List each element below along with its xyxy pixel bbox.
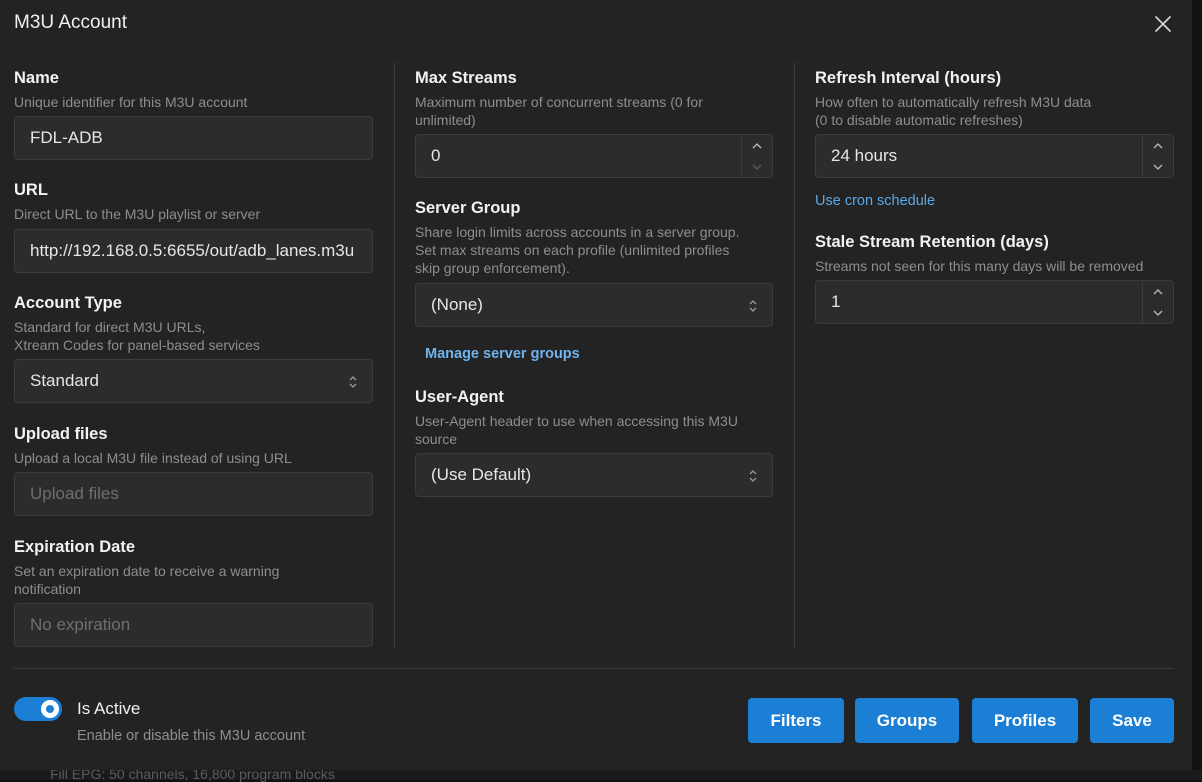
footer-divider xyxy=(14,668,1174,669)
account-type-description-line2: Xtream Codes for panel-based services xyxy=(14,337,260,353)
dialog-title: M3U Account xyxy=(14,12,127,33)
user-agent-select[interactable]: (Use Default) xyxy=(415,453,773,497)
is-active-description: Enable or disable this M3U account xyxy=(77,728,306,744)
upload-files-input[interactable]: Upload files xyxy=(14,472,373,516)
use-cron-schedule-link[interactable]: Use cron schedule xyxy=(815,193,935,209)
name-input[interactable]: FDL-ADB xyxy=(14,116,373,160)
chevron-up-icon xyxy=(1153,288,1163,294)
save-button[interactable]: Save xyxy=(1090,698,1174,743)
stale-retention-label: Stale Stream Retention (days) xyxy=(815,233,1049,251)
refresh-interval-description-line2: (0 to disable automatic refreshes) xyxy=(815,112,1023,128)
max-streams-stepper xyxy=(741,135,772,177)
refresh-interval-increment[interactable] xyxy=(1143,135,1173,156)
server-group-description-line1: Share login limits across accounts in a … xyxy=(415,224,740,240)
url-input[interactable]: http://192.168.0.5:6655/out/adb_lanes.m3… xyxy=(14,229,373,273)
profiles-button[interactable]: Profiles xyxy=(972,698,1078,743)
stale-retention-increment[interactable] xyxy=(1143,281,1173,302)
expiration-date-label: Expiration Date xyxy=(14,538,136,556)
url-value: http://192.168.0.5:6655/out/adb_lanes.m3… xyxy=(30,241,355,260)
account-type-select[interactable]: Standard xyxy=(14,359,373,403)
max-streams-decrement[interactable] xyxy=(742,156,772,177)
chevron-updown-icon xyxy=(349,376,357,388)
max-streams-value: 0 xyxy=(431,146,441,165)
user-agent-description-line1: User-Agent header to use when accessing … xyxy=(415,413,738,429)
server-group-label: Server Group xyxy=(415,199,521,217)
is-active-toggle[interactable] xyxy=(14,697,62,721)
chevron-updown-icon xyxy=(749,470,757,482)
toggle-knob xyxy=(41,700,59,718)
chevron-up-icon xyxy=(752,142,762,148)
upload-files-description: Upload a local M3U file instead of using… xyxy=(14,450,292,466)
account-type-label: Account Type xyxy=(14,294,122,312)
expiration-date-input[interactable]: No expiration xyxy=(14,603,373,647)
m3u-account-dialog: M3U Account Name Unique identifier for t… xyxy=(0,0,1192,770)
server-group-description-line3: skip group enforcement). xyxy=(415,260,570,276)
chevron-down-icon xyxy=(1153,310,1163,316)
chevron-up-icon xyxy=(1153,142,1163,148)
account-type-description-line1: Standard for direct M3U URLs, xyxy=(14,319,206,335)
close-button[interactable] xyxy=(1150,11,1176,37)
account-type-value: Standard xyxy=(30,371,99,390)
stale-retention-value: 1 xyxy=(831,292,841,311)
chevron-down-icon xyxy=(1153,164,1163,170)
url-label: URL xyxy=(14,181,48,199)
url-description: Direct URL to the M3U playlist or server xyxy=(14,206,261,222)
refresh-interval-input[interactable]: 24 hours xyxy=(815,134,1174,178)
stale-retention-stepper xyxy=(1142,281,1173,323)
expiration-date-placeholder: No expiration xyxy=(30,615,131,634)
stale-retention-description: Streams not seen for this many days will… xyxy=(815,258,1144,274)
user-agent-label: User-Agent xyxy=(415,388,504,406)
refresh-interval-label: Refresh Interval (hours) xyxy=(815,69,1002,87)
expiration-date-description-line2: notification xyxy=(14,581,81,597)
user-agent-value: (Use Default) xyxy=(431,465,532,484)
server-group-value: (None) xyxy=(431,295,483,314)
refresh-interval-value: 24 hours xyxy=(831,146,898,165)
upload-files-label: Upload files xyxy=(14,425,108,443)
is-active-label: Is Active xyxy=(77,699,141,718)
refresh-interval-description-line1: How often to automatically refresh M3U d… xyxy=(815,94,1092,110)
name-description: Unique identifier for this M3U account xyxy=(14,94,248,110)
refresh-interval-stepper xyxy=(1142,135,1173,177)
chevron-updown-icon xyxy=(749,300,757,312)
close-icon xyxy=(1155,16,1171,32)
server-group-description-line2: Set max streams on each profile (unlimit… xyxy=(415,242,730,258)
groups-button[interactable]: Groups xyxy=(855,698,959,743)
user-agent-description-line2: source xyxy=(415,431,458,447)
column-divider-right xyxy=(794,62,795,648)
stale-retention-decrement[interactable] xyxy=(1143,302,1173,323)
upload-files-placeholder: Upload files xyxy=(30,484,119,503)
expiration-date-description-line1: Set an expiration date to receive a warn… xyxy=(14,563,280,579)
server-group-select[interactable]: (None) xyxy=(415,283,773,327)
filters-button[interactable]: Filters xyxy=(748,698,844,743)
stale-retention-input[interactable]: 1 xyxy=(815,280,1174,324)
max-streams-description-line2: unlimited) xyxy=(415,112,476,128)
column-divider-left xyxy=(394,62,395,648)
name-value: FDL-ADB xyxy=(30,128,103,147)
name-label: Name xyxy=(14,69,59,87)
chevron-down-icon xyxy=(752,164,762,170)
max-streams-input[interactable]: 0 xyxy=(415,134,773,178)
manage-server-groups-link[interactable]: Manage server groups xyxy=(425,346,580,362)
max-streams-description-line1: Maximum number of concurrent streams (0 … xyxy=(415,94,703,110)
refresh-interval-decrement[interactable] xyxy=(1143,156,1173,177)
max-streams-increment[interactable] xyxy=(742,135,772,156)
max-streams-label: Max Streams xyxy=(415,69,517,87)
